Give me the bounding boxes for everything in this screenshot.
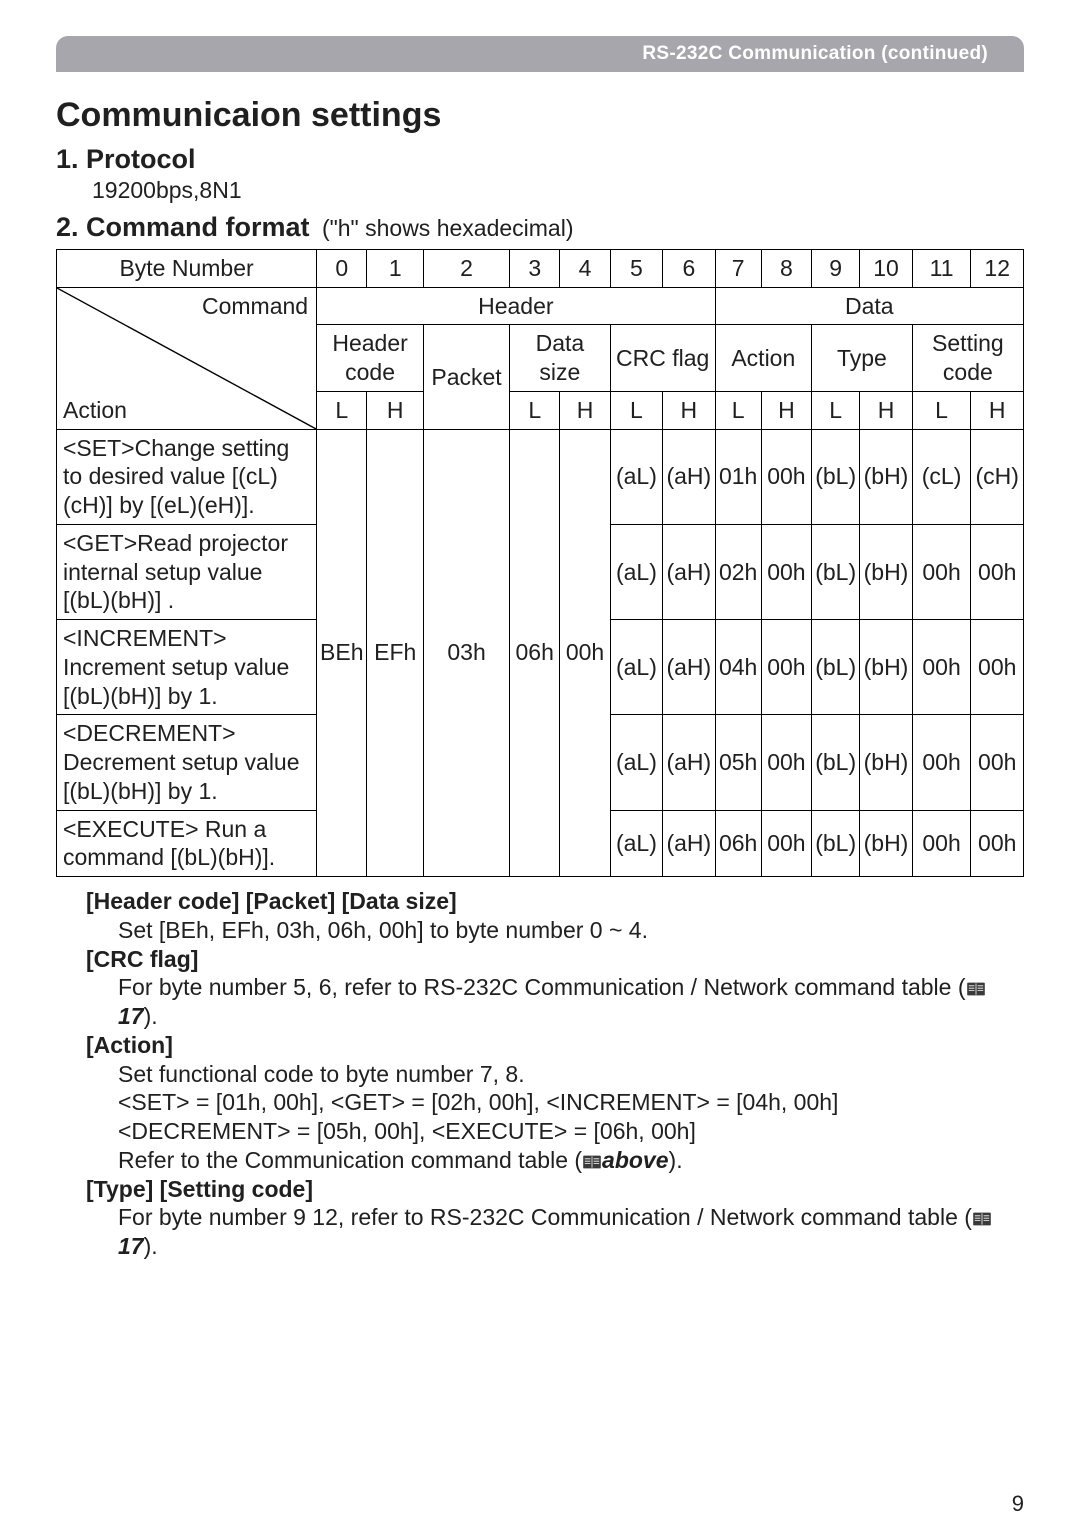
section-2-note: ("h" shows hexadecimal) xyxy=(322,215,574,241)
note-title: [Action] xyxy=(86,1031,1024,1060)
note-title: [Type] [Setting code] xyxy=(86,1175,1024,1204)
header-group-label: Header xyxy=(317,287,715,325)
protocol-value: 19200bps,8N1 xyxy=(92,176,1024,205)
corner-action-label: Action xyxy=(63,396,127,425)
banner-text: RS-232C Communication (continued) xyxy=(642,42,988,66)
section-2-title: 2. Command format xyxy=(56,212,310,242)
note-body: <DECREMENT> = [05h, 00h], <EXECUTE> = [0… xyxy=(118,1117,1024,1146)
note-body: <SET> = [01h, 00h], <GET> = [02h, 00h], … xyxy=(118,1088,1024,1117)
note-body: Refer to the Communication command table… xyxy=(118,1146,1024,1175)
table-row: Command Action Header Data xyxy=(57,287,1024,325)
table-row: <SET>Change setting to desired value [(c… xyxy=(57,429,1024,524)
corner-cell: Command Action xyxy=(57,287,317,429)
note-body: Set [BEh, EFh, 03h, 06h, 00h] to byte nu… xyxy=(118,916,1024,945)
note-body: For byte number 9 12, refer to RS-232C C… xyxy=(118,1203,1024,1261)
note-title: [Header code] [Packet] [Data size] xyxy=(86,887,1024,916)
byte-number-label: Byte Number xyxy=(57,249,317,287)
section-1-title: 1. Protocol xyxy=(56,143,1024,177)
book-icon xyxy=(966,981,986,997)
page-title: Communicaion settings xyxy=(56,94,1024,137)
command-format-table: Byte Number 0 1 2 3 4 5 6 7 8 9 10 11 12… xyxy=(56,249,1024,877)
data-group-label: Data xyxy=(715,287,1023,325)
book-icon xyxy=(582,1154,602,1170)
note-body: Set functional code to byte number 7, 8. xyxy=(118,1060,1024,1089)
note-title: [CRC flag] xyxy=(86,945,1024,974)
book-icon xyxy=(972,1211,992,1227)
section-banner: RS-232C Communication (continued) xyxy=(56,36,1024,72)
note-body: For byte number 5, 6, refer to RS-232C C… xyxy=(118,973,1024,1031)
notes-section: [Header code] [Packet] [Data size] Set [… xyxy=(56,887,1024,1261)
corner-command-label: Command xyxy=(202,292,308,321)
table-row: Byte Number 0 1 2 3 4 5 6 7 8 9 10 11 12 xyxy=(57,249,1024,287)
page-number: 9 xyxy=(1012,1490,1024,1518)
